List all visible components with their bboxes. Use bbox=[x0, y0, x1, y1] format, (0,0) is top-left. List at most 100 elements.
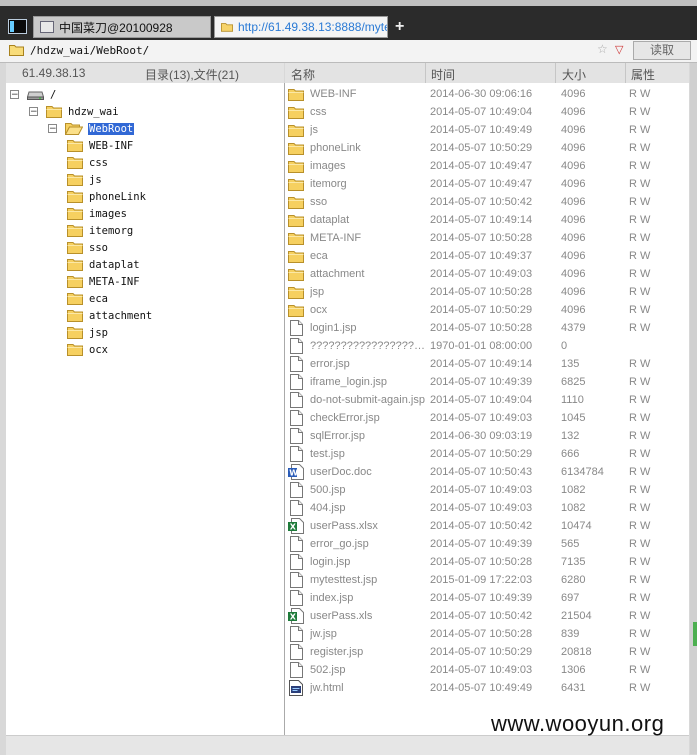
tree-node[interactable]: WEB-INF bbox=[67, 137, 134, 154]
read-button[interactable]: 读取 bbox=[633, 41, 691, 60]
file-name: do-not-submit-again.jsp bbox=[310, 394, 425, 406]
file-name: checkError.jsp bbox=[310, 412, 380, 424]
file-name: login.jsp bbox=[310, 556, 351, 568]
folder-icon bbox=[288, 124, 304, 137]
file-time: 2014-05-07 10:49:39 bbox=[430, 376, 533, 388]
file-row[interactable]: login.jsp 2014-05-07 10:50:28 7135 R W bbox=[288, 553, 688, 571]
star-icon[interactable]: ☆ bbox=[597, 42, 608, 56]
tree-node[interactable]: js bbox=[67, 171, 103, 188]
file-time: 2014-05-07 10:50:28 bbox=[430, 556, 533, 568]
new-tab-icon[interactable]: + bbox=[395, 18, 404, 36]
tab-caidao[interactable]: 中国菜刀@20100928 bbox=[33, 16, 211, 38]
file-row[interactable]: index.jsp 2014-05-07 10:49:39 697 R W bbox=[288, 589, 688, 607]
tree-node[interactable]: dataplat bbox=[67, 256, 141, 273]
file-row[interactable]: test.jsp 2014-05-07 10:50:29 666 R W bbox=[288, 445, 688, 463]
file-name: jsp bbox=[310, 286, 325, 298]
file-size: 1045 bbox=[561, 412, 586, 424]
folder-icon bbox=[288, 142, 304, 155]
tree-node[interactable]: jsp bbox=[67, 324, 109, 341]
file-icon bbox=[288, 626, 304, 642]
file-row[interactable]: XuserPass.xls 2014-05-07 10:50:42 21504 R W bbox=[288, 607, 688, 625]
column-name[interactable]: 名称 bbox=[291, 66, 315, 83]
file-row[interactable]: js 2014-05-07 10:49:49 4096 R W bbox=[288, 121, 688, 139]
folder-icon bbox=[288, 178, 304, 191]
folder-icon bbox=[221, 23, 233, 32]
file-row[interactable]: jsp 2014-05-07 10:50:28 4096 R W bbox=[288, 283, 688, 301]
directory-tree[interactable]: − / − hdzw_wai − WebRoot WEB-INF css js phoneLink… bbox=[6, 83, 285, 735]
path-input[interactable]: /hdzw_wai/WebRoot/ bbox=[30, 44, 149, 57]
file-row[interactable]: META-INF 2014-05-07 10:50:28 4096 R W bbox=[288, 229, 688, 247]
file-row[interactable]: iframe_login.jsp 2014-05-07 10:49:39 6825 R… bbox=[288, 373, 688, 391]
file-icon bbox=[288, 500, 304, 516]
file-row[interactable]: mytesttest.jsp 2015-01-09 17:22:03 6280 R W bbox=[288, 571, 688, 589]
file-row[interactable]: login1.jsp 2014-05-07 10:50:28 4379 R W bbox=[288, 319, 688, 337]
file-row[interactable]: XuserPass.xlsx 2014-05-07 10:50:42 10474 R … bbox=[288, 517, 688, 535]
file-row[interactable]: 502.jsp 2014-05-07 10:49:03 1306 R W bbox=[288, 661, 688, 679]
tree-node[interactable]: ocx bbox=[67, 341, 109, 358]
file-row[interactable]: jw.jsp 2014-05-07 10:50:28 839 R W bbox=[288, 625, 688, 643]
file-row[interactable]: jw.html 2014-05-07 10:49:49 6431 R W bbox=[288, 679, 688, 697]
file-row[interactable]: attachment 2014-05-07 10:49:03 4096 R W bbox=[288, 265, 688, 283]
file-attr: R W bbox=[629, 628, 651, 640]
file-row[interactable]: WuserDoc.doc 2014-05-07 10:50:43 6134784 R … bbox=[288, 463, 688, 481]
file-row[interactable]: ??????????????????... 1970-01-01 08:00:00… bbox=[288, 337, 688, 355]
file-row[interactable]: itemorg 2014-05-07 10:49:47 4096 R W bbox=[288, 175, 688, 193]
tree-node[interactable]: images bbox=[67, 205, 128, 222]
file-icon bbox=[288, 482, 304, 498]
collapse-toggle-icon[interactable]: − bbox=[10, 90, 19, 100]
file-time: 2014-05-07 10:50:42 bbox=[430, 520, 533, 532]
file-size: 4096 bbox=[561, 304, 586, 316]
file-row[interactable]: eca 2014-05-07 10:49:37 4096 R W bbox=[288, 247, 688, 265]
column-divider[interactable] bbox=[555, 63, 556, 83]
file-attr: R W bbox=[629, 610, 651, 622]
file-row[interactable]: 404.jsp 2014-05-07 10:49:03 1082 R W bbox=[288, 499, 688, 517]
tree-node[interactable]: css bbox=[67, 154, 109, 171]
file-row[interactable]: sqlError.jsp 2014-06-30 09:03:19 132 R W bbox=[288, 427, 688, 445]
file-row[interactable]: ocx 2014-05-07 10:50:29 4096 R W bbox=[288, 301, 688, 319]
file-name: mytesttest.jsp bbox=[310, 574, 378, 586]
collapse-toggle-icon[interactable]: − bbox=[29, 107, 38, 117]
dropdown-icon[interactable]: ▽ bbox=[615, 43, 623, 56]
column-divider[interactable] bbox=[425, 63, 426, 83]
file-row[interactable]: WEB-INF 2014-06-30 09:06:16 4096 R W bbox=[288, 85, 688, 103]
tree-node[interactable]: eca bbox=[67, 290, 109, 307]
file-size: 666 bbox=[561, 448, 580, 460]
file-time: 2014-05-07 10:50:29 bbox=[430, 142, 533, 154]
tree-node[interactable]: − WebRoot bbox=[48, 120, 135, 137]
tree-node[interactable]: META-INF bbox=[67, 273, 141, 290]
collapse-toggle-icon[interactable]: − bbox=[48, 124, 57, 134]
file-row[interactable]: phoneLink 2014-05-07 10:50:29 4096 R W bbox=[288, 139, 688, 157]
tab-remote-url[interactable]: http://61.49.38.13:8888/myte... bbox=[214, 16, 388, 38]
file-row[interactable]: error.jsp 2014-05-07 10:49:14 135 R W bbox=[288, 355, 688, 373]
column-size[interactable]: 大小 bbox=[562, 66, 586, 83]
app-menu-icon[interactable] bbox=[8, 19, 27, 34]
file-row[interactable]: register.jsp 2014-05-07 10:50:29 20818 R W bbox=[288, 643, 688, 661]
file-row[interactable]: error_go.jsp 2014-05-07 10:49:39 565 R W bbox=[288, 535, 688, 553]
file-row[interactable]: do-not-submit-again.jsp 2014-05-07 10:49:… bbox=[288, 391, 688, 409]
tree-node[interactable]: − hdzw_wai bbox=[29, 103, 120, 120]
tree-node[interactable]: itemorg bbox=[67, 222, 134, 239]
file-row[interactable]: 500.jsp 2014-05-07 10:49:03 1082 R W bbox=[288, 481, 688, 499]
file-size: 4096 bbox=[561, 250, 586, 262]
tree-node[interactable]: sso bbox=[67, 239, 109, 256]
column-time[interactable]: 时间 bbox=[431, 66, 455, 83]
tree-node[interactable]: − / bbox=[10, 86, 57, 103]
folder-icon bbox=[288, 88, 304, 101]
tree-node[interactable]: attachment bbox=[67, 307, 153, 324]
folder-icon bbox=[67, 207, 83, 220]
file-attr: R W bbox=[629, 322, 651, 334]
file-row[interactable]: css 2014-05-07 10:49:04 4096 R W bbox=[288, 103, 688, 121]
tree-node[interactable]: phoneLink bbox=[67, 188, 147, 205]
folder-icon bbox=[288, 268, 304, 281]
folder-icon bbox=[9, 45, 24, 56]
file-row[interactable]: dataplat 2014-05-07 10:49:14 4096 R W bbox=[288, 211, 688, 229]
column-divider[interactable] bbox=[625, 63, 626, 83]
file-time: 2014-05-07 10:49:03 bbox=[430, 268, 533, 280]
file-time: 2014-05-07 10:50:29 bbox=[430, 646, 533, 658]
file-row[interactable]: checkError.jsp 2014-05-07 10:49:03 1045 R W bbox=[288, 409, 688, 427]
file-list[interactable]: WEB-INF 2014-06-30 09:06:16 4096 R W css 2014… bbox=[285, 83, 689, 735]
file-name: ??????????????????... bbox=[310, 340, 428, 352]
file-row[interactable]: sso 2014-05-07 10:50:42 4096 R W bbox=[288, 193, 688, 211]
file-row[interactable]: images 2014-05-07 10:49:47 4096 R W bbox=[288, 157, 688, 175]
column-attr[interactable]: 属性 bbox=[631, 66, 655, 83]
